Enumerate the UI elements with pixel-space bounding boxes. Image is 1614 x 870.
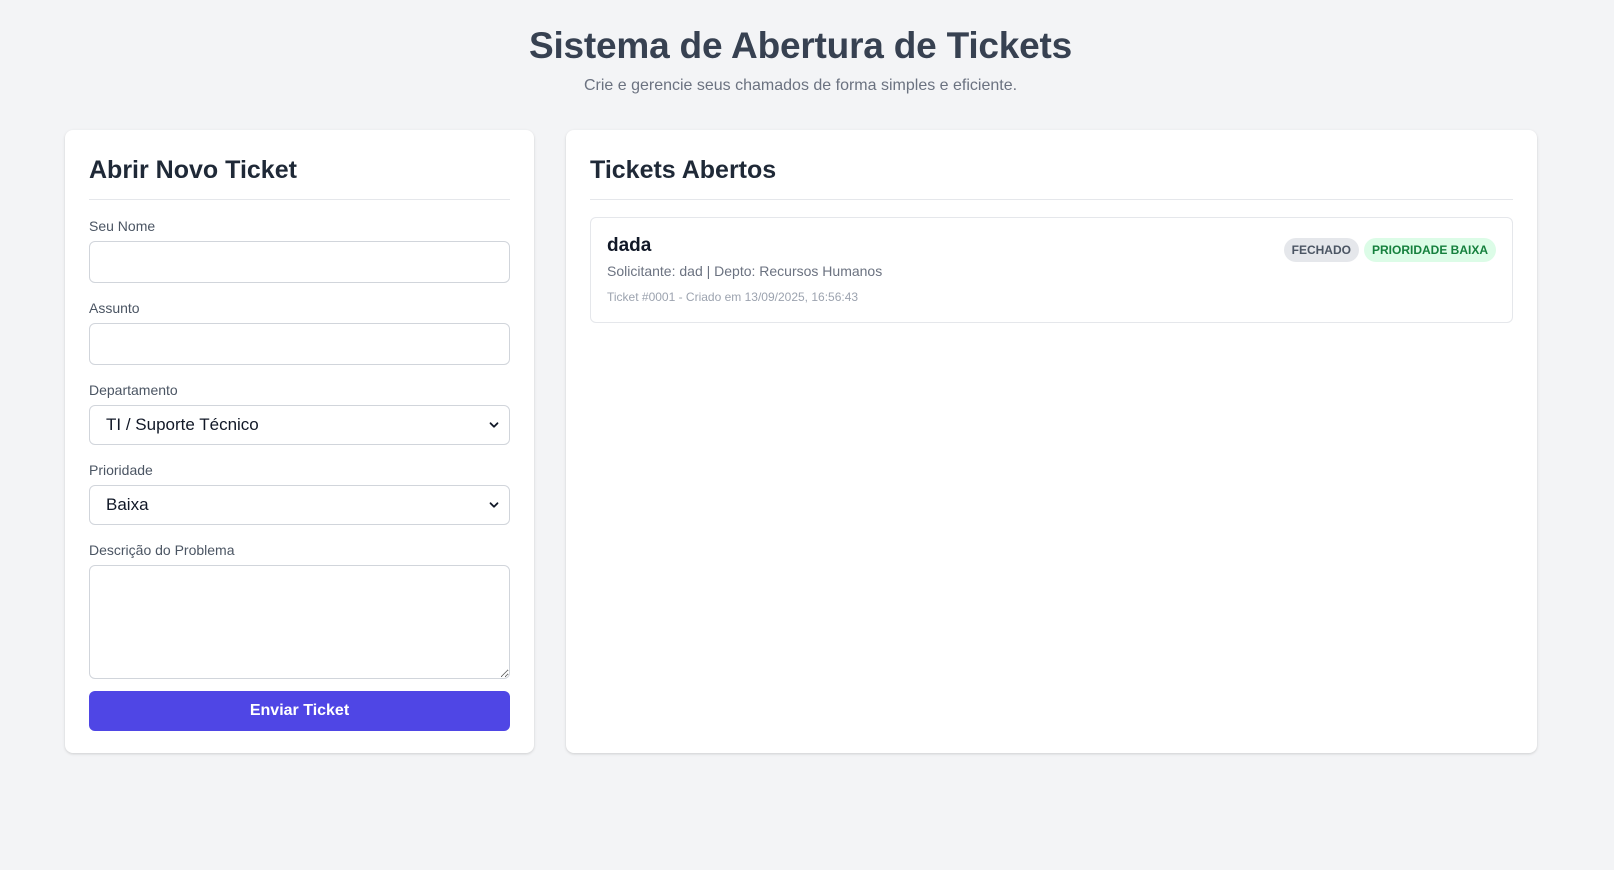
- page-subtitle: Crie e gerencie seus chamados de forma s…: [583, 77, 1018, 94]
- ticket-requester-meta: Solicitante: dad | Depto: Recursos Human…: [607, 263, 883, 279]
- chevron-down-icon: [489, 420, 499, 430]
- form-title: Abrir Novo Ticket: [89, 153, 510, 200]
- department-selected-value: TI / Suporte Técnico: [106, 415, 259, 434]
- department-label: Departamento: [89, 382, 178, 398]
- priority-selected-value: Baixa: [106, 495, 149, 514]
- description-textarea[interactable]: [89, 565, 510, 679]
- page-header: Sistema de Abertura de Tickets Crie e ge…: [0, 22, 1601, 96]
- status-badge: FECHADO: [1283, 238, 1359, 262]
- submit-ticket-button[interactable]: Enviar Ticket: [89, 691, 510, 731]
- department-field-group: Departamento TI / Suporte Técnico: [89, 381, 510, 445]
- subject-field-group: Assunto: [89, 299, 510, 365]
- new-ticket-form-card: Abrir Novo Ticket Seu Nome Assunto Depar…: [65, 130, 534, 753]
- department-select[interactable]: TI / Suporte Técnico: [89, 405, 510, 445]
- tickets-title: Tickets Abertos: [590, 153, 1513, 200]
- description-label: Descrição do Problema: [89, 542, 235, 558]
- name-field-group: Seu Nome: [89, 217, 510, 283]
- ticket-badges: FECHADO PRIORIDADE BAIXA: [1283, 238, 1496, 262]
- subject-input[interactable]: [89, 323, 510, 365]
- priority-field-group: Prioridade Baixa: [89, 461, 510, 525]
- name-label: Seu Nome: [89, 218, 156, 234]
- chevron-down-icon: [489, 500, 499, 510]
- description-field-group: Descrição do Problema: [89, 541, 510, 679]
- ticket-item[interactable]: dada Solicitante: dad | Depto: Recursos …: [590, 217, 1513, 323]
- priority-select[interactable]: Baixa: [89, 485, 510, 525]
- open-tickets-card: Tickets Abertos dada Solicitante: dad | …: [566, 130, 1537, 753]
- page-title: Sistema de Abertura de Tickets: [528, 25, 1073, 66]
- name-input[interactable]: [89, 241, 510, 283]
- subject-label: Assunto: [89, 300, 140, 316]
- priority-label: Prioridade: [89, 462, 153, 478]
- priority-badge: PRIORIDADE BAIXA: [1363, 238, 1496, 262]
- ticket-footer: Ticket #0001 - Criado em 13/09/2025, 16:…: [607, 290, 859, 304]
